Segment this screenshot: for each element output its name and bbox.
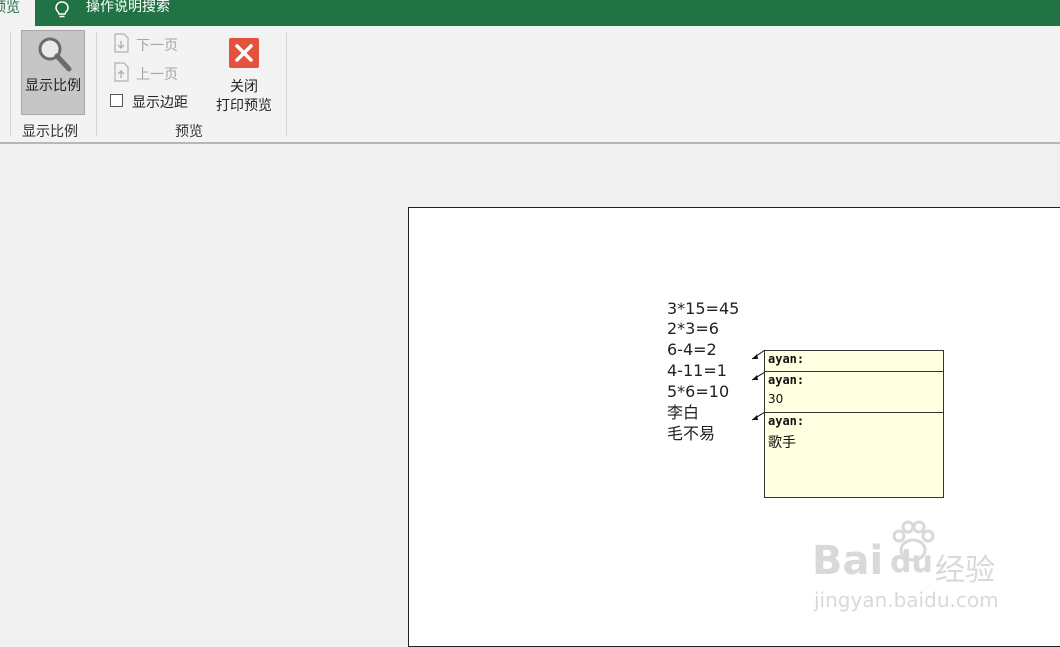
magnifier-icon xyxy=(36,35,72,77)
prev-page-icon xyxy=(113,62,131,86)
close-label-line1: 关闭 xyxy=(230,79,258,95)
comment-text: 歌手 xyxy=(768,435,796,451)
comment-box: ayan: xyxy=(764,350,944,373)
tell-me-search[interactable]: 操作说明搜索 xyxy=(86,0,170,16)
group-separator xyxy=(286,32,287,136)
comment-text: 30 xyxy=(768,392,784,406)
close-x-icon xyxy=(229,38,259,68)
next-page-label: 下一页 xyxy=(136,38,178,54)
close-print-preview-button[interactable]: 关闭 打印预览 xyxy=(206,36,284,116)
zoom-button[interactable]: 显示比例 xyxy=(21,30,85,115)
show-margins-label: 显示边距 xyxy=(132,95,188,111)
comment-author: ayan: xyxy=(768,352,805,366)
group-separator xyxy=(10,32,11,136)
doc-line: 毛不易 xyxy=(667,424,716,443)
lightbulb-icon[interactable] xyxy=(52,0,72,20)
prev-page-label: 上一页 xyxy=(136,67,178,83)
doc-line: 李白 xyxy=(667,403,700,422)
close-label-line2: 打印预览 xyxy=(216,98,272,114)
watermark-brand: Bai xyxy=(812,538,884,584)
tab-preview[interactable]: 预览 xyxy=(0,0,35,27)
ribbon-divider xyxy=(0,142,1060,144)
group-separator xyxy=(96,32,97,136)
next-page-icon xyxy=(113,33,131,57)
group-label-preview: 预览 xyxy=(175,124,203,140)
doc-line: 4-11=1 xyxy=(667,361,727,380)
show-margins-checkbox[interactable] xyxy=(110,94,123,107)
doc-line: 2*3=6 xyxy=(667,319,719,338)
doc-line: 3*15=45 xyxy=(667,299,740,318)
comment-author: ayan: xyxy=(768,373,805,387)
comment-author: ayan: xyxy=(768,414,805,428)
group-label-zoom: 显示比例 xyxy=(22,124,78,140)
doc-line: 6-4=2 xyxy=(667,340,717,359)
watermark-brand2: du xyxy=(890,545,933,580)
watermark-url: jingyan.baidu.com xyxy=(814,588,999,612)
comment-box: ayan: 歌手 xyxy=(764,412,944,498)
zoom-button-label: 显示比例 xyxy=(25,78,81,94)
doc-line: 5*6=10 xyxy=(667,382,730,401)
comment-box: ayan: 30 xyxy=(764,371,944,414)
watermark-product: 经验 xyxy=(935,553,995,588)
